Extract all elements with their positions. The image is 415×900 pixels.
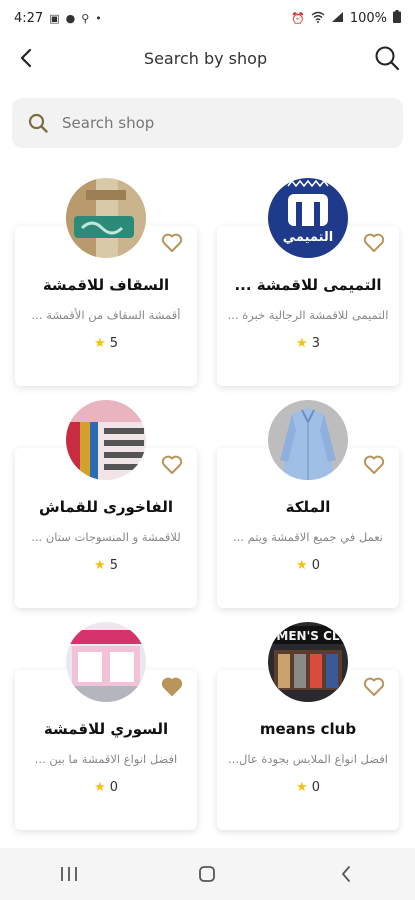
chevron-left-icon [341,866,350,882]
shop-logo: MEN'S CL [268,622,348,702]
favorite-button[interactable] [159,452,185,478]
search-input[interactable] [62,114,387,132]
gallery-icon: ▣ [49,11,60,25]
shop-logo [66,178,146,258]
logo-text: MEN'S CL [276,629,339,643]
shop-logo [66,400,146,480]
star-icon: ★ [296,336,308,351]
shop-description: نعمل في جميع الاقمشة ويتم ... [233,530,383,544]
shop-card[interactable]: السوري للاقمشة افضل انواع الاقمشة ما بين… [15,622,197,830]
shop-name: means club [259,720,357,738]
status-left: 4:27 ▣ ● ⚲ • [14,11,102,26]
search-icon [375,46,400,71]
shop-rating: ★ 5 [15,336,197,351]
recent-apps-button[interactable] [49,854,89,894]
heart-icon [363,677,385,696]
shop-name: السوري للاقمشة [43,720,169,738]
shop-description: التميمى للاقمشة الرجالية خبرة ... [227,308,389,322]
shop-rating: ★ 0 [217,558,399,573]
rating-value: 0 [109,780,118,795]
app-header: Search by shop [0,36,415,80]
star-icon: ★ [94,336,106,351]
rating-value: 3 [311,336,320,351]
alarm-icon: ⏰ [291,11,305,25]
shop-description: افضل انواع الاقمشة ما بين ... [34,752,178,766]
heart-icon [161,455,183,474]
status-right: ⏰ 100% [291,10,401,26]
heart-icon [161,233,183,252]
logo-text: التميمي [283,230,334,245]
notification-icon: ● [65,11,76,25]
home-icon [199,866,216,882]
favorite-button[interactable] [361,230,387,256]
shop-description: للاقمشة و المنسوجات ستان ... [31,530,181,544]
status-bar: 4:27 ▣ ● ⚲ • ⏰ 100% [0,0,415,36]
shop-grid: السقاف للاقمشة أقمشة السقاف من الأقمشة .… [15,178,401,830]
shop-logo: التميمي [268,178,348,258]
shop-name: الملكة [285,498,331,516]
shop-name: السقاف للاقمشة [42,276,170,294]
favorite-button[interactable] [361,452,387,478]
back-arrow-icon [20,48,32,68]
star-icon: ★ [296,780,308,795]
shop-description: افضل انواع الملابس بجودة عال... [228,752,388,766]
system-nav-bar [0,848,415,900]
recent-apps-icon [61,867,78,881]
shop-card[interactable]: التميمي التميمى للاقمشة ... التميمى للاق… [217,178,399,386]
shop-card[interactable]: الفاخورى للقماش للاقمشة و المنسوجات ستان… [15,400,197,608]
star-icon: ★ [94,780,106,795]
search-bar[interactable] [12,98,403,148]
rating-value: 5 [109,336,118,351]
rating-value: 0 [311,558,320,573]
shop-rating: ★ 0 [15,780,197,795]
star-icon: ★ [94,558,106,573]
search-icon [28,113,48,133]
status-time: 4:27 [14,10,44,26]
dot-icon: • [95,11,102,25]
shop-card[interactable]: الملكة نعمل في جميع الاقمشة ويتم ... ★ 0 [217,400,399,608]
shop-card[interactable]: MEN'S CL means club افضل انواع الملابس ب… [217,622,399,830]
shop-logo [268,400,348,480]
battery-percent: 100% [349,10,387,26]
battery-icon [393,10,401,26]
shop-rating: ★ 5 [15,558,197,573]
shop-logo [66,622,146,702]
shop-name: التميمى للاقمشة ... [234,276,382,294]
favorite-button[interactable] [361,674,387,700]
favorite-button[interactable] [159,230,185,256]
back-button[interactable] [12,44,40,72]
shop-card[interactable]: السقاف للاقمشة أقمشة السقاف من الأقمشة .… [15,178,197,386]
shop-name: الفاخورى للقماش [39,498,173,516]
rating-value: 5 [109,558,118,573]
heart-icon [363,233,385,252]
home-button[interactable] [187,854,227,894]
favorite-button[interactable] [159,674,185,700]
heart-icon [161,677,183,696]
shop-rating: ★ 3 [217,336,399,351]
header-search-button[interactable] [371,42,403,74]
shop-rating: ★ 0 [217,780,399,795]
rating-value: 0 [311,780,320,795]
system-back-button[interactable] [326,854,366,894]
signal-icon [331,11,344,26]
heart-icon [363,455,385,474]
star-icon: ★ [296,558,308,573]
shop-description: أقمشة السقاف من الأقمشة ... [31,308,181,322]
usb-icon: ⚲ [81,11,90,25]
page-title: Search by shop [143,48,268,68]
wifi-icon [311,11,325,26]
